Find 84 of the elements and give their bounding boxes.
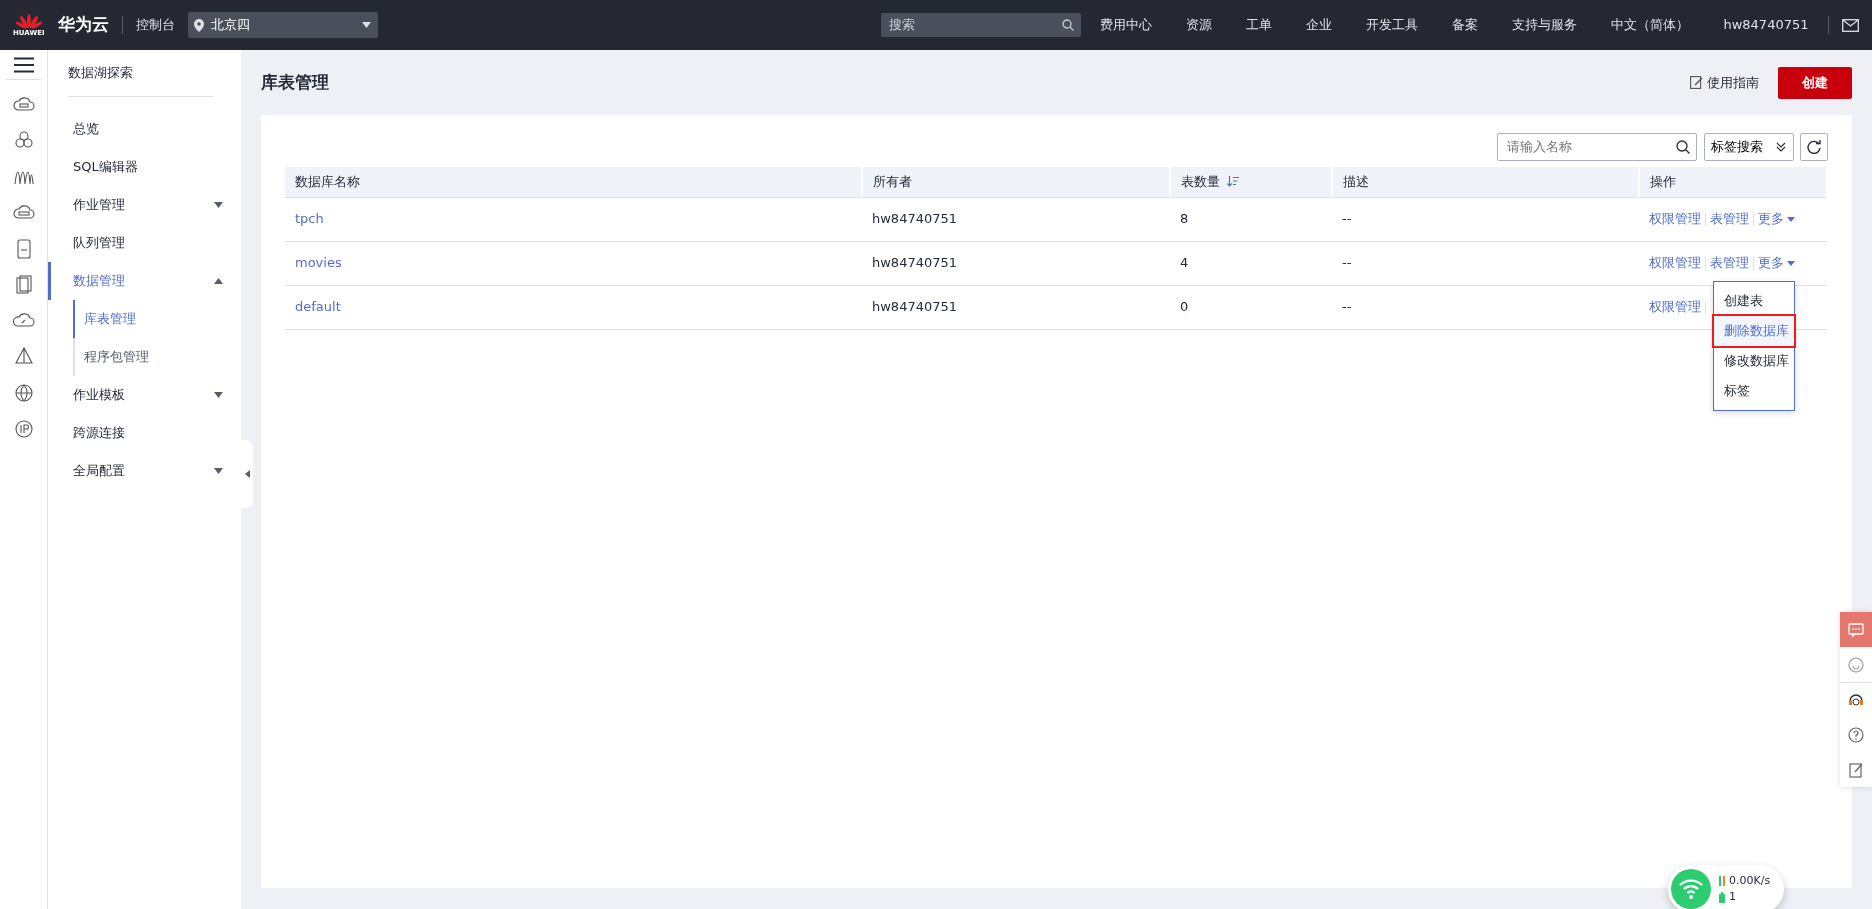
nav-link[interactable]: 费用中心: [1100, 15, 1153, 35]
nav-link[interactable]: 资源: [1186, 15, 1213, 35]
table-cell: hw84740751: [872, 211, 958, 227]
up-down-arrows-icon: [1717, 875, 1726, 886]
table-cell: hw84740751: [872, 255, 958, 271]
flower-logo-icon: [15, 13, 42, 30]
menu-item[interactable]: 创建表: [1714, 286, 1794, 316]
sort-icon[interactable]: [1226, 176, 1239, 188]
edit-icon: [1690, 76, 1704, 89]
sidebar-item[interactable]: 总览: [48, 109, 241, 148]
column-header: 数据库名称: [295, 173, 360, 191]
nav-link[interactable]: 开发工具: [1366, 15, 1419, 35]
action-link[interactable]: 权限管理: [1649, 255, 1701, 271]
refresh-icon: [1807, 140, 1821, 154]
nav-link[interactable]: 中文（简体）: [1611, 15, 1690, 35]
nav-link[interactable]: 支持与服务: [1512, 15, 1578, 35]
sidebar-item[interactable]: SQL编辑器: [48, 147, 241, 186]
sidebar-item[interactable]: 跨源连接: [48, 413, 241, 452]
table-cell: 0: [1180, 299, 1189, 315]
table-cell: --: [1342, 255, 1352, 271]
sidebar-item[interactable]: 队列管理: [48, 223, 241, 262]
note-edit-icon[interactable]: [1847, 760, 1865, 779]
sidebar-item[interactable]: 作业管理: [48, 185, 241, 224]
caret-down-icon: [1787, 216, 1796, 222]
brand-name: 华为云: [57, 13, 109, 37]
refresh-button[interactable]: [1800, 133, 1828, 161]
user-name[interactable]: hw84740751: [1723, 15, 1809, 35]
more-dropdown[interactable]: 更多: [1758, 253, 1796, 273]
sidebar-title: 数据湖探索: [66, 64, 134, 82]
column-header: 操作: [1650, 173, 1676, 191]
sidebar-item[interactable]: 数据管理: [48, 261, 241, 300]
menu-item[interactable]: 修改数据库: [1714, 346, 1794, 376]
double-chevron-icon: [1776, 142, 1786, 152]
battery-icon: [1717, 891, 1726, 903]
table-cell: hw84740751: [872, 299, 958, 315]
ip-icon[interactable]: [12, 418, 35, 440]
table-cell: 4: [1180, 255, 1189, 271]
location-pin-icon: [194, 18, 205, 32]
caret-down-icon: [362, 22, 372, 28]
sidebar-item[interactable]: 作业模板: [48, 375, 241, 414]
headset-icon[interactable]: [1847, 691, 1865, 709]
name-search-field[interactable]: 请输入名称: [1497, 133, 1697, 161]
nav-link[interactable]: 备案: [1452, 15, 1479, 35]
search-input[interactable]: 搜索: [887, 14, 1048, 36]
nav-link[interactable]: 企业: [1306, 15, 1333, 35]
chat-icon[interactable]: [1847, 620, 1865, 639]
action-link[interactable]: 表管理: [1710, 211, 1749, 227]
tag-search-button[interactable]: 标签搜索: [1703, 133, 1794, 161]
database-link[interactable]: default: [295, 299, 341, 315]
column-header: 表数量: [1181, 173, 1220, 191]
collapse-arrow-icon[interactable]: [244, 470, 250, 478]
sidebar-subitem[interactable]: 程序包管理: [73, 337, 241, 376]
search-icon: [1675, 140, 1690, 154]
menu-icon[interactable]: [13, 56, 34, 73]
sidebar-subitem[interactable]: 库表管理: [73, 299, 241, 338]
table-cell: --: [1342, 211, 1352, 227]
menu-item[interactable]: 标签: [1714, 376, 1794, 406]
column-header: 所有者: [873, 173, 912, 191]
caret-down-icon: [1787, 260, 1796, 266]
action-link[interactable]: 权限管理: [1649, 299, 1701, 315]
action-link[interactable]: 权限管理: [1649, 211, 1701, 227]
page-title: 库表管理: [261, 70, 330, 94]
region-selector[interactable]: 北京四: [187, 12, 378, 38]
column-header: 描述: [1343, 173, 1369, 191]
search-field[interactable]: 搜索: [880, 13, 1081, 37]
help-icon[interactable]: [1847, 725, 1865, 744]
console-link[interactable]: 控制台: [135, 15, 175, 35]
mail-icon[interactable]: [1842, 18, 1859, 32]
create-button[interactable]: 创建: [1778, 66, 1852, 99]
table-cell: 8: [1180, 211, 1189, 227]
action-link[interactable]: 表管理: [1710, 255, 1749, 271]
database-link[interactable]: movies: [295, 255, 342, 271]
more-dropdown[interactable]: 更多: [1758, 209, 1796, 229]
speed-text: 0.00K/s: [1729, 872, 1771, 889]
nav-link[interactable]: 工单: [1246, 15, 1273, 35]
guide-link[interactable]: 使用指南: [1690, 72, 1759, 93]
globe-icon[interactable]: [12, 382, 35, 404]
smiley-icon[interactable]: [1847, 655, 1865, 674]
sidebar-item[interactable]: 全局配置: [48, 451, 241, 490]
table-cell: --: [1342, 299, 1352, 315]
search-icon: [1062, 19, 1075, 31]
connection-count: 1: [1729, 889, 1736, 905]
database-link[interactable]: tpch: [295, 211, 324, 227]
menu-item[interactable]: 删除数据库: [1714, 316, 1794, 346]
